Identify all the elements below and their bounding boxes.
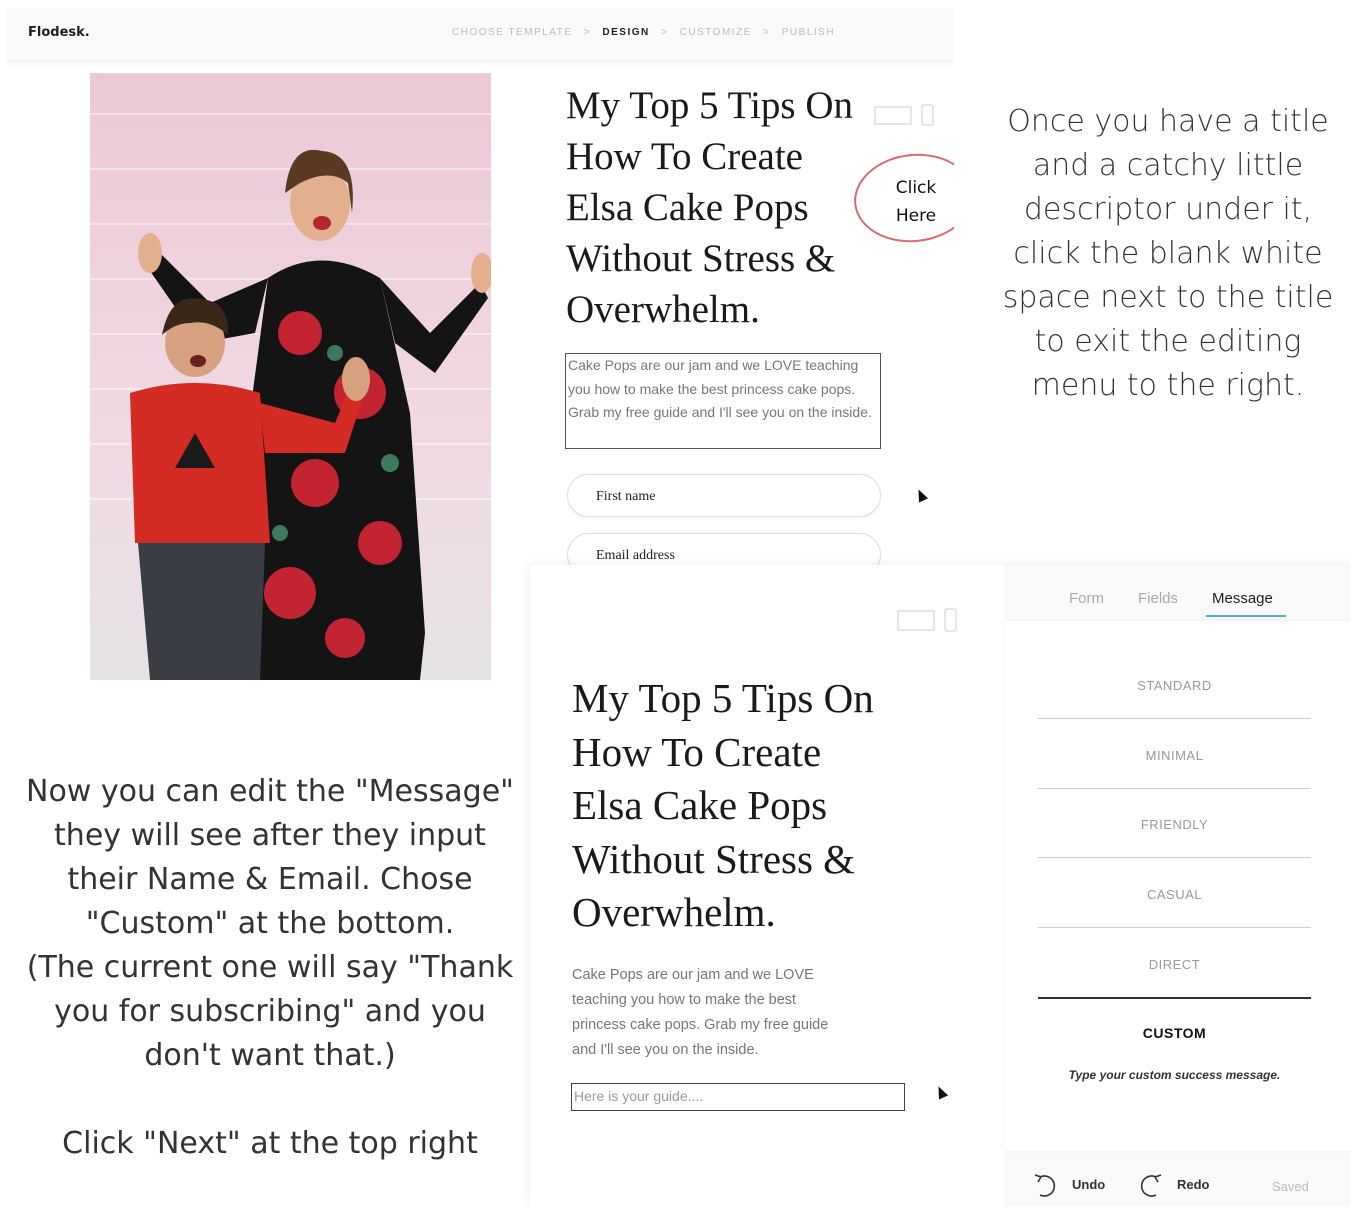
undo-button[interactable]: [1032, 1171, 1060, 1199]
form-description[interactable]: Cake Pops are our jam and we LOVE teachi…: [572, 963, 912, 1063]
redo-button[interactable]: [1136, 1171, 1164, 1199]
breadcrumb: CHOOSE TEMPLATE > DESIGN > CUSTOMIZE > P…: [452, 27, 842, 38]
cursor-icon: [933, 1084, 949, 1100]
form-title[interactable]: My Top 5 Tips On How To Create Elsa Cake…: [572, 672, 932, 940]
step-publish[interactable]: PUBLISH: [782, 27, 835, 38]
tab-form[interactable]: Form: [1069, 590, 1104, 607]
saved-status: Saved: [1272, 1179, 1309, 1194]
desktop-icon[interactable]: [874, 104, 936, 126]
form-description[interactable]: Cake Pops are our jam and we LOVE teachi…: [565, 353, 881, 449]
title-line: How To Create: [566, 135, 803, 178]
custom-message-hint: Type your custom success message.: [1068, 1068, 1281, 1082]
instruction-right: Once you have a title and a catchy littl…: [1002, 104, 1334, 403]
device-toggle: [874, 104, 936, 131]
undo-icon: [1034, 1174, 1056, 1197]
desktop-icon[interactable]: [897, 607, 959, 633]
step-separator: >: [763, 27, 771, 38]
people-illustration: [130, 149, 491, 680]
option-divider: [1038, 718, 1311, 719]
mobile-icon: [944, 608, 957, 632]
top-bar: Flodesk. CHOOSE TEMPLATE > DESIGN > CUST…: [6, 8, 954, 60]
form-title[interactable]: My Top 5 Tips On How To Create Elsa Cake…: [566, 80, 896, 335]
flodesk-message-screenshot: My Top 5 Tips On How To Create Elsa Cake…: [530, 565, 1351, 1207]
option-divider: [1038, 857, 1311, 858]
title-line: Without Stress &: [572, 835, 856, 882]
option-divider: [1038, 788, 1311, 789]
option-friendly[interactable]: FRIENDLY: [1038, 817, 1311, 832]
instruction-spacer: [20, 1078, 520, 1122]
active-tab-indicator: [1206, 615, 1286, 617]
device-toggle: [897, 607, 959, 638]
step-choose-template[interactable]: CHOOSE TEMPLATE: [452, 27, 572, 38]
title-line: My Top 5 Tips On: [566, 84, 853, 127]
description-line: teaching you how to make the best: [572, 992, 797, 1008]
option-custom[interactable]: CUSTOM: [1038, 1025, 1311, 1041]
form-photo: [90, 73, 491, 680]
description-line: princess cake pops. Grab my free guide: [572, 1017, 829, 1033]
success-message-input[interactable]: Here is your guide....: [571, 1083, 905, 1111]
step-separator: >: [583, 27, 592, 38]
option-selected-divider: [1038, 997, 1311, 999]
option-casual[interactable]: CASUAL: [1038, 887, 1311, 902]
title-line: My Top 5 Tips On: [572, 675, 874, 721]
option-minimal[interactable]: MINIMAL: [1038, 748, 1311, 763]
option-divider: [1038, 927, 1311, 928]
mobile-icon: [921, 104, 934, 126]
title-line: How To Create: [572, 728, 822, 775]
title-line: Elsa Cake Pops: [572, 782, 828, 828]
settings-panel: [1004, 565, 1351, 1207]
redo-icon: [1140, 1174, 1162, 1197]
first-name-field[interactable]: First name: [567, 474, 881, 517]
tab-fields[interactable]: Fields: [1138, 590, 1178, 607]
step-design[interactable]: DESIGN: [602, 27, 649, 38]
tab-message[interactable]: Message: [1212, 590, 1273, 607]
click-word: Click: [895, 178, 937, 198]
instruction-paragraph: (The current one will say "Thank you for…: [26, 950, 514, 1073]
step-customize[interactable]: CUSTOMIZE: [680, 27, 752, 38]
undo-label[interactable]: Undo: [1072, 1177, 1105, 1192]
instruction-left: Now you can edit the "Message" they will…: [20, 770, 520, 1166]
title-line: Overwhelm.: [572, 889, 776, 935]
title-line: Elsa Cake Pops: [566, 186, 809, 229]
cursor-icon: [913, 487, 929, 503]
title-line: Overwhelm.: [566, 288, 760, 331]
redo-label[interactable]: Redo: [1177, 1177, 1210, 1192]
instruction-paragraph: Now you can edit the "Message" they will…: [26, 774, 514, 941]
title-line: Without Stress &: [566, 237, 836, 280]
option-standard[interactable]: STANDARD: [1038, 678, 1311, 693]
description-line: Cake Pops are our jam and we LOVE: [572, 967, 814, 983]
option-direct[interactable]: DIRECT: [1038, 957, 1311, 972]
flodesk-logo: Flodesk.: [28, 25, 90, 40]
here-word: Here: [895, 206, 937, 226]
instruction-paragraph: Click "Next" at the top right: [62, 1126, 478, 1161]
step-separator: >: [661, 27, 669, 38]
click-here-label: Click Here: [876, 174, 954, 230]
description-line: and I'll see you on the inside.: [572, 1042, 759, 1058]
